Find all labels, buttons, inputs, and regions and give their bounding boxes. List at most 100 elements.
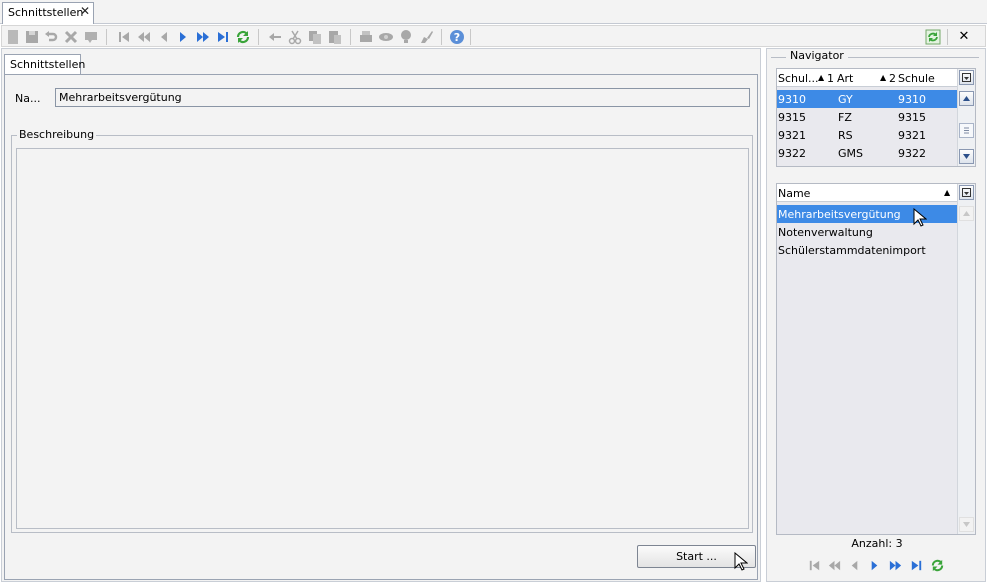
navigator-grid: Schul... ▲ 1 Art ▲ 2 Schule 9310 GY 9310…	[776, 68, 976, 167]
next-record-icon[interactable]	[174, 28, 192, 45]
comment-icon[interactable]	[82, 28, 100, 45]
cell-schule: 9315	[898, 111, 926, 124]
previous-record-icon[interactable]	[155, 28, 173, 45]
toolbar-separator	[106, 29, 107, 45]
scroll-up-icon[interactable]	[959, 91, 974, 106]
last-record-icon[interactable]	[214, 28, 232, 45]
column-chooser-icon[interactable]	[959, 185, 974, 200]
refresh-icon[interactable]	[929, 557, 946, 574]
lightbulb-icon[interactable]	[397, 28, 415, 45]
undo-icon[interactable]	[42, 28, 60, 45]
names-list-header: Name ▲	[777, 184, 957, 202]
list-item-label: Mehrarbeitsvergütung	[778, 208, 901, 221]
detail-panel: Schnittstellen Na... Beschreibung Start …	[1, 48, 761, 582]
cell-schule-kurz: 9322	[778, 147, 806, 160]
previous-page-icon[interactable]	[826, 557, 843, 574]
cell-art: RS	[838, 129, 853, 142]
brush-icon[interactable]	[417, 28, 435, 45]
toolbar-separator	[258, 29, 259, 45]
record-count: Anzahl: 3	[851, 537, 903, 550]
last-record-icon[interactable]	[908, 557, 925, 574]
cell-schule-kurz: 9315	[778, 111, 806, 124]
sort-ascending-icon: ▲	[818, 73, 825, 82]
cell-art: FZ	[838, 111, 852, 124]
print-icon[interactable]	[357, 28, 375, 45]
column-chooser-icon[interactable]	[959, 70, 974, 85]
table-row[interactable]: 9310 GY 9310	[777, 90, 957, 108]
table-row[interactable]: 9321 RS 9321	[777, 126, 957, 144]
sort-ascending-icon: ▲	[944, 188, 951, 197]
column-header-schule[interactable]: Schule	[898, 72, 935, 85]
next-record-icon[interactable]	[866, 557, 883, 574]
list-item[interactable]: Schülerstammdatenimport	[777, 241, 957, 259]
name-input[interactable]	[55, 88, 750, 107]
column-header-art[interactable]: Art	[837, 72, 853, 85]
tab-schnittstellen[interactable]: Schnittstellen	[4, 54, 85, 75]
scroll-up-icon[interactable]	[959, 206, 974, 221]
toolbar-separator	[470, 29, 471, 45]
new-record-icon[interactable]	[4, 28, 22, 45]
cell-schule-kurz: 9310	[778, 93, 806, 106]
document-tab-label: Schnittstellen	[8, 6, 84, 19]
navigator-title: Navigator	[786, 49, 848, 62]
toolbar-separator	[350, 29, 351, 45]
preview-icon[interactable]	[377, 28, 395, 45]
column-header-schule-kurz[interactable]: Schul...	[778, 72, 819, 85]
cell-art: GY	[838, 93, 853, 106]
cut-icon[interactable]	[286, 28, 304, 45]
tab-label: Schnittstellen	[10, 58, 86, 71]
name-label: Na...	[15, 92, 41, 105]
previous-page-icon[interactable]	[135, 28, 153, 45]
scroll-thumb[interactable]	[959, 123, 974, 138]
navigator-panel: Navigator Schul... ▲ 1 Art ▲ 2 Schule 93…	[766, 48, 986, 582]
cell-schule-kurz: 9321	[778, 129, 806, 142]
back-arrow-icon[interactable]	[266, 28, 284, 45]
list-item[interactable]: Notenverwaltung	[777, 223, 957, 241]
sort-ascending-icon: ▲	[880, 73, 887, 82]
sort-order-2: 2	[889, 72, 896, 85]
toolbar-separator	[441, 29, 442, 45]
names-list: Name ▲ Mehrarbeitsvergütung Notenverwalt…	[776, 183, 976, 535]
scroll-down-icon[interactable]	[959, 517, 974, 532]
next-page-icon[interactable]	[887, 557, 904, 574]
mouse-cursor-icon	[913, 208, 927, 227]
first-record-icon[interactable]	[806, 557, 823, 574]
toolbar: ? ✕	[1, 25, 986, 47]
copy-icon[interactable]	[306, 28, 324, 45]
description-group: Beschreibung	[11, 128, 753, 533]
list-item-label: Notenverwaltung	[778, 226, 873, 239]
document-tab-schnittstellen[interactable]: Schnittstellen ✕	[2, 2, 94, 24]
document-tab-strip: Schnittstellen ✕	[0, 0, 987, 24]
save-icon[interactable]	[23, 28, 41, 45]
table-row[interactable]: 9315 FZ 9315	[777, 108, 957, 126]
navigator-grid-header: Schul... ▲ 1 Art ▲ 2 Schule	[777, 69, 957, 87]
help-icon[interactable]: ?	[448, 28, 466, 45]
next-page-icon[interactable]	[194, 28, 212, 45]
table-row[interactable]: 9322 GMS 9322	[777, 144, 957, 162]
mouse-cursor-icon	[734, 552, 748, 571]
scroll-down-icon[interactable]	[959, 149, 974, 164]
description-label: Beschreibung	[17, 128, 97, 141]
sync-icon[interactable]	[924, 28, 942, 45]
delete-icon[interactable]	[62, 28, 80, 45]
cell-schule: 9321	[898, 129, 926, 142]
close-panel-icon[interactable]: ✕	[955, 28, 973, 45]
paste-icon[interactable]	[326, 28, 344, 45]
form-area: Na... Beschreibung Start ...	[4, 74, 758, 580]
svg-text:?: ?	[454, 31, 460, 44]
close-icon[interactable]: ✕	[80, 4, 90, 18]
toolbar-separator	[947, 29, 948, 45]
description-textarea[interactable]	[16, 148, 749, 529]
list-item[interactable]: Mehrarbeitsvergütung	[777, 205, 957, 223]
refresh-icon[interactable]	[234, 28, 252, 45]
previous-record-icon[interactable]	[846, 557, 863, 574]
cell-schule: 9322	[898, 147, 926, 160]
cell-schule: 9310	[898, 93, 926, 106]
column-header-name[interactable]: Name	[778, 187, 810, 200]
first-record-icon[interactable]	[115, 28, 133, 45]
names-list-scrollbar[interactable]	[957, 184, 975, 534]
cell-art: GMS	[838, 147, 863, 160]
navigator-scrollbar[interactable]	[957, 69, 975, 166]
sort-order-1: 1	[827, 72, 834, 85]
list-item-label: Schülerstammdatenimport	[778, 244, 926, 257]
